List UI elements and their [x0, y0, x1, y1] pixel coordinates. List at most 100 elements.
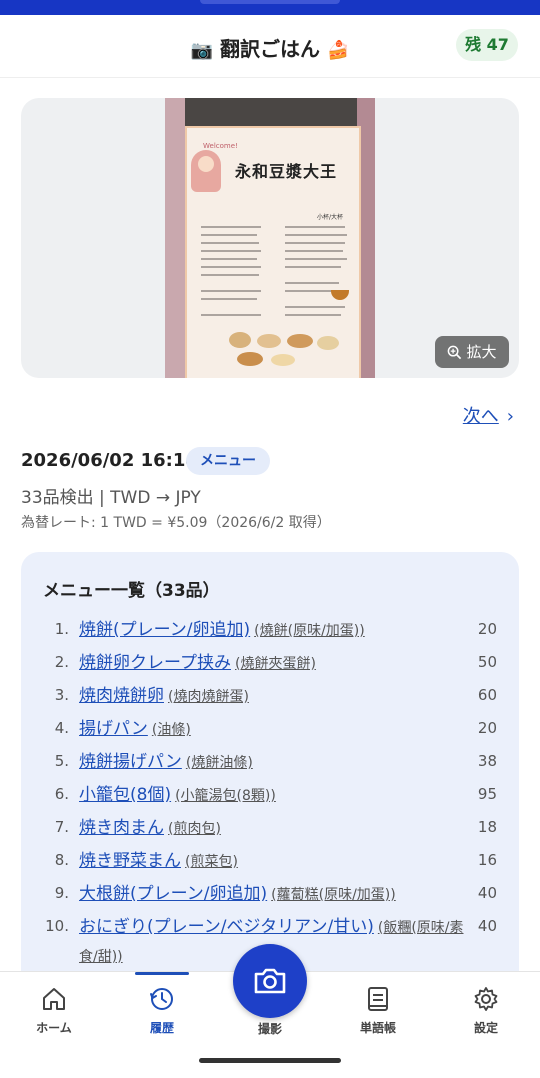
poster-text-line [285, 306, 345, 308]
menu-photo[interactable]: Welcome! 永和豆漿大王 小杯/大杯 [165, 98, 375, 378]
menu-item-ja[interactable]: 焼肉焼餅卵 [79, 686, 164, 706]
poster-food-photo [287, 334, 313, 348]
menu-list-heading: メニュー一覧（33品） [43, 581, 220, 601]
menu-item-price: 40 [477, 884, 497, 902]
status-bar [0, 0, 540, 15]
next-label: 次へ [462, 406, 499, 427]
menu-item-zh[interactable]: (燒餅夾蛋餅) [235, 656, 316, 672]
poster-text-line [201, 290, 261, 292]
menu-item-price: 38 [477, 752, 497, 770]
menu-item-number: 9. [54, 884, 69, 902]
gear-icon [474, 987, 498, 1011]
menu-item-ja[interactable]: 焼き野菜まん [79, 851, 181, 871]
poster-text-line [285, 234, 347, 236]
app-title-text: 翻訳ごはん [220, 37, 320, 61]
poster-text-line [201, 234, 257, 236]
history-icon [150, 988, 173, 1010]
camera-icon [254, 968, 286, 994]
book-icon [368, 987, 388, 1011]
status-bar-notch [200, 0, 340, 4]
poster-size-header: 小杯/大杯 [317, 214, 344, 221]
poster-text-line [201, 314, 261, 316]
capture-button[interactable] [233, 944, 307, 1018]
poster-text-line [201, 250, 261, 252]
menu-item-zh[interactable]: (燒餅(原味/加蛋)) [254, 623, 365, 639]
menu-list-card: メニュー一覧（33品） 1. 焼餅(プレーン/卵追加) (燒餅(原味/加蛋)) 2… [21, 552, 519, 982]
menu-item-ja[interactable]: 焼餅(プレーン/卵追加) [79, 620, 250, 640]
menu-item-price: 95 [477, 785, 497, 803]
photo-flowers-left [165, 98, 185, 378]
poster-text-line [201, 298, 257, 300]
menu-item-zh[interactable]: (小籠湯包(8顆)) [175, 788, 276, 804]
menu-type-badge: メニュー [186, 447, 270, 475]
poster-text-line [201, 242, 259, 244]
menu-item-ja[interactable]: 小籠包(8個) [79, 785, 171, 805]
menu-item-number: 8. [54, 851, 69, 869]
poster-soy-milk-bowl [331, 290, 349, 300]
menu-item-ja[interactable]: おにぎり(プレーン/ベジタリアン/甘い) [79, 917, 374, 937]
menu-item-price: 50 [477, 653, 497, 671]
menu-item-number: 10. [45, 917, 69, 935]
menu-item-ja[interactable]: 焼餅卵クレープ挟み [79, 653, 231, 673]
poster-food-photo [229, 332, 251, 348]
cake-emoji-icon: 🍰 [326, 40, 350, 61]
tab-home-label: ホーム [36, 1021, 72, 1035]
capture-label: 撮影 [257, 1022, 282, 1036]
poster-text-line [285, 314, 341, 316]
poster-text-line [285, 226, 345, 228]
next-link[interactable]: 次へ › [463, 402, 514, 428]
poster-food-photo [317, 336, 339, 350]
scan-datetime: 2026/06/02 16:14 [21, 450, 198, 471]
zoom-button[interactable]: 拡大 [435, 336, 509, 368]
exchange-rate: 為替レート: 1 TWD = ¥5.09（2026/6/2 取得） [21, 515, 331, 531]
chevron-right-icon: › [506, 406, 514, 427]
poster-title: 永和豆漿大王 [235, 162, 338, 181]
home-icon [43, 988, 65, 1010]
poster-text-line [285, 258, 347, 260]
camera-emoji-icon: 📷 [190, 40, 214, 61]
menu-item-ja[interactable]: 焼餅揚げパン [79, 752, 182, 772]
tab-settings-label: 設定 [473, 1021, 498, 1035]
poster-food-photo [237, 352, 263, 366]
menu-item-ja[interactable]: 焼き肉まん [79, 818, 164, 838]
poster-text-line [201, 258, 257, 260]
menu-item-zh[interactable]: (油條) [152, 722, 191, 738]
menu-item-number: 7. [54, 818, 69, 836]
poster-text-line [285, 266, 341, 268]
menu-item-price: 20 [477, 620, 497, 638]
home-indicator[interactable] [199, 1058, 341, 1063]
menu-item-ja[interactable]: 大根餅(プレーン/卵追加) [79, 884, 267, 904]
menu-item-number: 1. [54, 620, 69, 638]
active-tab-indicator [135, 972, 189, 975]
tab-history-label: 履歴 [149, 1021, 174, 1035]
app-header: 📷 翻訳ごはん 🍰 残 47 [0, 15, 540, 78]
menu-item-price: 18 [477, 818, 497, 836]
poster-text-line [285, 250, 343, 252]
menu-item-zh[interactable]: (燒餅油條) [186, 755, 253, 771]
menu-item-zh[interactable]: (燒肉燒餅蛋) [168, 689, 249, 705]
menu-item-number: 6. [54, 785, 69, 803]
menu-item-number: 5. [54, 752, 69, 770]
menu-item-zh[interactable]: (煎肉包) [168, 821, 221, 837]
poster-food-photo [271, 354, 295, 366]
poster-food-photo [257, 334, 281, 348]
menu-item-number: 3. [54, 686, 69, 704]
menu-item-zh[interactable]: (煎菜包) [185, 854, 238, 870]
menu-item-number: 4. [54, 719, 69, 737]
menu-item-zh[interactable]: (蘿蔔糕(原味/加蛋)) [271, 887, 396, 903]
menu-item-price: 20 [477, 719, 497, 737]
menu-item-price: 16 [477, 851, 497, 869]
menu-item-number: 2. [54, 653, 69, 671]
poster-text-line [201, 274, 259, 276]
menu-item-price: 60 [477, 686, 497, 704]
menu-photo-card[interactable]: Welcome! 永和豆漿大王 小杯/大杯 拡大 [21, 98, 519, 378]
zoom-in-icon [448, 345, 462, 360]
poster-text-line [201, 226, 261, 228]
credits-badge[interactable]: 残 47 [456, 29, 518, 61]
tab-vocab-label: 単語帳 [359, 1021, 396, 1035]
menu-item-ja[interactable]: 揚げパン [79, 719, 148, 739]
scan-summary: 33品検出 | TWD → JPY [21, 488, 201, 508]
zoom-label: 拡大 [466, 343, 497, 361]
poster-text-line [285, 282, 339, 284]
poster-welcome: Welcome! [203, 142, 238, 150]
